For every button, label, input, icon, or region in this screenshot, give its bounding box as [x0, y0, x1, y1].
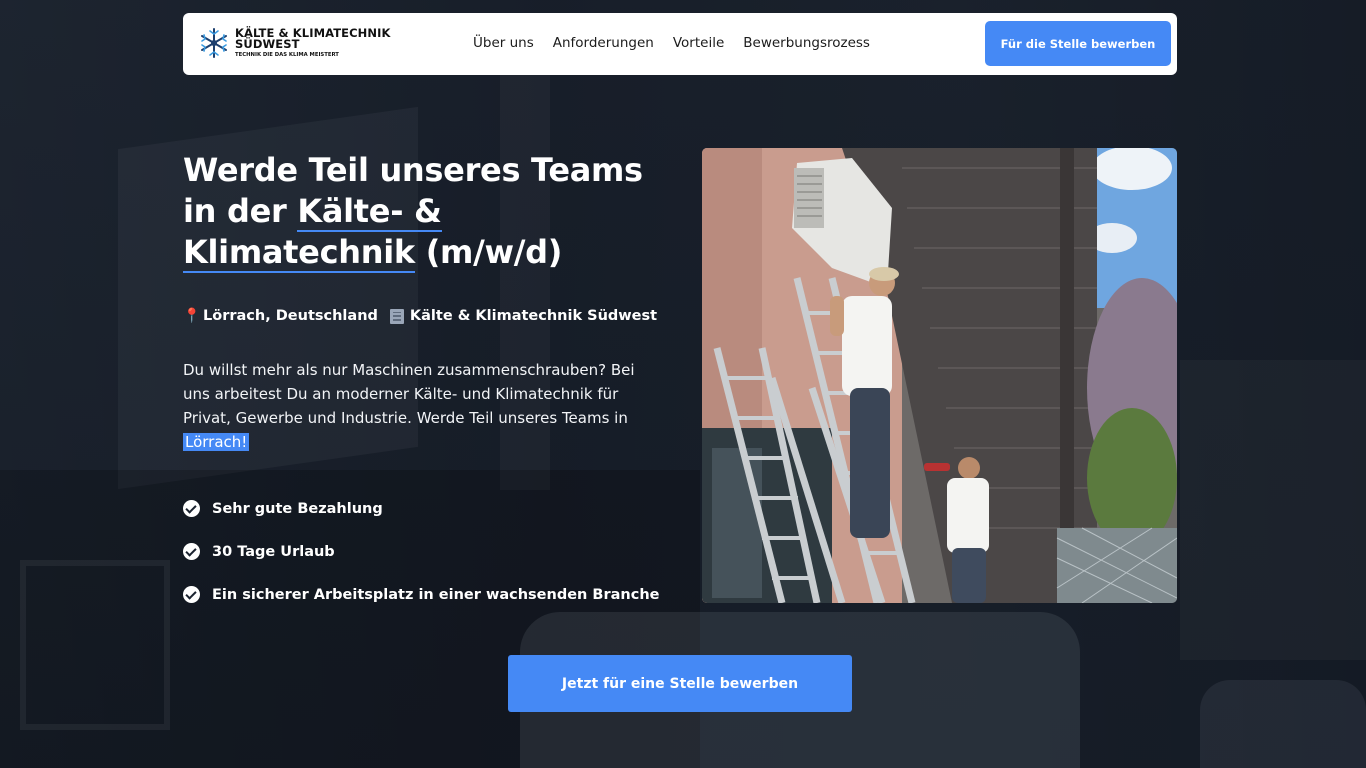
hero-description-highlight: Lörrach! [183, 433, 250, 451]
job-company: Kälte & Klimatechnik Südwest [389, 308, 658, 324]
job-company-text: Kälte & Klimatechnik Südwest [409, 308, 658, 324]
job-location-text: Lörrach, Deutschland [203, 308, 378, 324]
benefit-label: Ein sicherer Arbeitsplatz in einer wachs… [212, 586, 660, 603]
nav-link-vorteile[interactable]: Vorteile [673, 35, 724, 51]
snowflake-logo-icon [201, 28, 227, 58]
hero-title: Werde Teil unseres Teams in der Kälte- &… [183, 150, 683, 273]
hero-title-part2: (m/w/d) [414, 233, 563, 271]
benefits-list: Sehr gute Bezahlung 30 Tage Urlaub Ein s… [183, 487, 660, 616]
check-circle-icon [183, 586, 200, 603]
check-circle-icon [183, 543, 200, 560]
location-pin-icon: 📍 [183, 308, 201, 324]
logo-tagline: TECHNIK DIE DAS KLIMA MEISTERT [235, 51, 339, 58]
hero-photo [702, 148, 1177, 603]
benefit-label: 30 Tage Urlaub [212, 543, 335, 560]
hero-description-text: Du willst mehr als nur Maschinen zusamme… [183, 361, 635, 427]
company-logo[interactable]: KÄLTE & KLIMATECHNIK SÜDWEST TECHNIK DIE… [198, 27, 391, 59]
nav-link-anforderungen[interactable]: Anforderungen [553, 35, 654, 51]
main-nav: Über uns Anforderungen Vorteile Bewerbun… [473, 35, 889, 51]
benefit-item: Ein sicherer Arbeitsplatz in einer wachs… [183, 573, 660, 616]
benefit-item: 30 Tage Urlaub [183, 530, 660, 573]
site-header: KÄLTE & KLIMATECHNIK SÜDWEST TECHNIK DIE… [183, 13, 1177, 75]
nav-link-bewerbungsprozess[interactable]: Bewerbungsrozess [743, 35, 870, 51]
hero-description: Du willst mehr als nur Maschinen zusamme… [183, 358, 663, 454]
job-location: 📍 Lörrach, Deutschland [183, 308, 378, 324]
benefit-item: Sehr gute Bezahlung [183, 487, 660, 530]
job-meta: 📍 Lörrach, Deutschland Kälte & Klimatech… [183, 308, 669, 324]
check-circle-icon [183, 500, 200, 517]
building-icon [389, 308, 404, 324]
nav-link-ueber-uns[interactable]: Über uns [473, 35, 534, 51]
photo-workers-installing-ac-icon [702, 148, 1177, 603]
logo-name-line2: SÜDWEST [235, 37, 300, 52]
main-apply-button[interactable]: Jetzt für eine Stelle bewerben [508, 655, 852, 712]
header-apply-button[interactable]: Für die Stelle bewerben [985, 21, 1171, 66]
benefit-label: Sehr gute Bezahlung [212, 500, 383, 517]
